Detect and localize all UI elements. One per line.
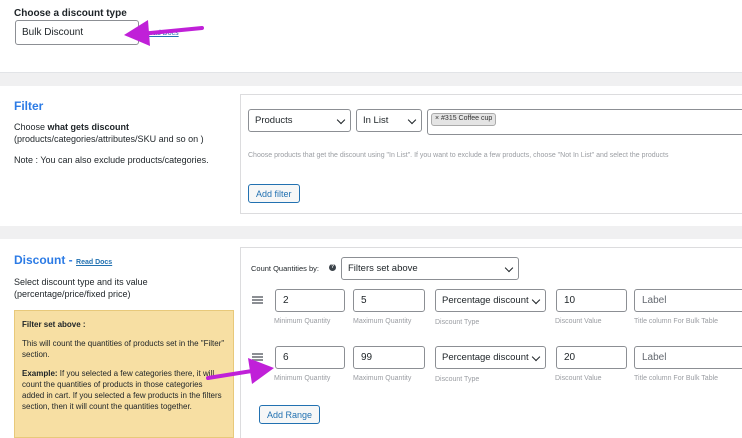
filter-product-search[interactable]: × #315 Coffee cup: [427, 109, 742, 135]
help-icon[interactable]: ?: [329, 264, 336, 271]
bulk-title-label-input[interactable]: Label: [634, 289, 742, 312]
discount-type-field-label: Discount Type: [435, 376, 480, 383]
chevron-down-icon: [407, 115, 417, 125]
add-filter-button[interactable]: Add filter: [248, 184, 300, 203]
chevron-down-icon: [504, 263, 514, 273]
count-quantities-select[interactable]: Filters set above: [341, 257, 519, 280]
discount-read-docs-link[interactable]: Read Docs: [76, 259, 112, 266]
title-column-label: Title column For Bulk Table: [634, 375, 719, 382]
discount-type-label: Choose a discount type: [14, 8, 127, 19]
discount-type-panel: Choose a discount type Bulk Discount Rea…: [0, 0, 742, 73]
filter-note: Note : You can also exclude products/cat…: [14, 155, 209, 165]
chevron-down-icon: [336, 115, 346, 125]
discount-value-input[interactable]: 20: [556, 346, 627, 369]
filter-type-select[interactable]: Products: [248, 109, 351, 132]
callout-body: This will count the quantities of produc…: [22, 339, 225, 359]
chevron-down-icon: [531, 352, 541, 362]
bulk-title-label-input[interactable]: Label: [634, 346, 742, 369]
min-quantity-input[interactable]: 6: [275, 346, 345, 369]
discount-title: Discount - Read Docs: [14, 253, 113, 267]
discount-type-field-label: Discount Type: [435, 319, 480, 326]
max-quantity-input[interactable]: 99: [353, 346, 425, 369]
filter-hint: Choose products that get the discount us…: [248, 152, 669, 159]
drag-handle-icon[interactable]: [252, 296, 263, 304]
min-quantity-input[interactable]: 2: [275, 289, 345, 312]
filter-title: Filter: [14, 99, 44, 113]
filter-description-bold: what gets discount: [47, 122, 130, 132]
discount-value-input[interactable]: 10: [556, 289, 627, 312]
annotation-arrow-icon: [124, 20, 204, 46]
min-quantity-label: Minimum Quantity: [274, 375, 331, 382]
discount-description: Select discount type and its value (perc…: [14, 277, 148, 299]
max-quantity-label: Maximum Quantity: [353, 318, 412, 325]
callout-heading: Filter set above :: [22, 320, 86, 329]
callout-example-label: Example:: [22, 369, 58, 378]
filter-set-above-callout: Filter set above : This will count the q…: [14, 310, 234, 438]
discount-value-label: Discount Value: [555, 375, 602, 382]
filter-description: Choose what gets discount (products/cate…: [14, 122, 204, 144]
annotation-arrow-icon: [206, 358, 274, 384]
discount-type-row-select[interactable]: Percentage discount: [435, 346, 546, 369]
product-token[interactable]: × #315 Coffee cup: [431, 113, 497, 126]
chevron-down-icon: [531, 295, 541, 305]
title-column-label: Title column For Bulk Table: [634, 318, 719, 325]
count-quantities-label: Count Quantities by:: [251, 264, 319, 273]
max-quantity-label: Maximum Quantity: [353, 375, 412, 382]
discount-type-row-select[interactable]: Percentage discount: [435, 289, 546, 312]
min-quantity-label: Minimum Quantity: [274, 318, 331, 325]
filter-method-select[interactable]: In List: [356, 109, 422, 132]
discount-value-label: Discount Value: [555, 318, 602, 325]
max-quantity-input[interactable]: 5: [353, 289, 425, 312]
add-range-button[interactable]: Add Range: [259, 405, 321, 424]
